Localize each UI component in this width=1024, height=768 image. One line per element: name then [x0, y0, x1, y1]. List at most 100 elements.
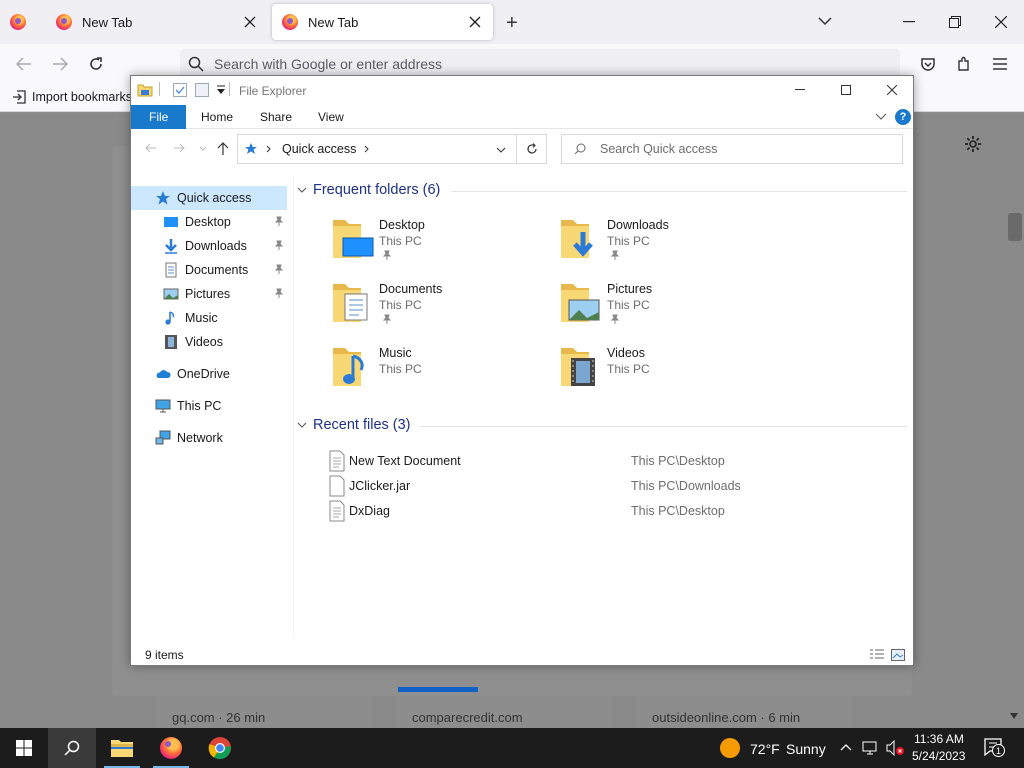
forward-icon[interactable]: [173, 143, 185, 153]
reload-icon[interactable]: [80, 48, 112, 80]
status-bar: 9 items: [131, 644, 913, 666]
nav-item-downloads[interactable]: Downloads: [131, 234, 287, 258]
minimize-icon[interactable]: [777, 76, 823, 104]
tab-view[interactable]: View: [304, 105, 358, 129]
firefox-menu-icon[interactable]: [10, 14, 26, 30]
nav-item-videos[interactable]: Videos: [131, 330, 287, 354]
documents-folder-icon: [333, 284, 368, 322]
taskbar: 72°F Sunny 11:36 AM 5/24/2023 1: [0, 728, 1024, 768]
file-name: New Text Document: [349, 453, 461, 468]
close-window-icon[interactable]: [978, 0, 1024, 44]
shortcut-tile[interactable]: gq.com · 26 min: [156, 696, 372, 728]
volume-muted-icon[interactable]: [886, 740, 904, 756]
recent-file-row[interactable]: New Text Document This PC\Desktop: [329, 448, 889, 473]
folder-tile-documents[interactable]: Documents This PC: [331, 278, 551, 338]
chevron-down-icon[interactable]: [496, 147, 506, 153]
notifications-icon[interactable]: 1: [984, 738, 1005, 757]
list-tabs-icon[interactable]: [818, 16, 832, 26]
recent-files-header[interactable]: Recent files (3): [297, 417, 411, 433]
folder-tile-downloads[interactable]: Downloads This PC: [559, 214, 779, 274]
folder-tile-pictures[interactable]: Pictures This PC: [559, 278, 779, 338]
nav-item-network[interactable]: Network: [131, 426, 287, 450]
folder-tile-desktop[interactable]: Desktop This PC: [331, 214, 551, 274]
firefox-taskbar-button[interactable]: [147, 728, 195, 768]
cloud-icon: [156, 370, 171, 378]
nav-item-this-pc[interactable]: This PC: [131, 394, 287, 418]
clock-time[interactable]: 11:36 AM: [914, 732, 964, 746]
recent-file-row[interactable]: DxDiag This PC\Desktop: [329, 498, 889, 523]
refresh-icon: [526, 143, 537, 154]
expand-ribbon-icon[interactable]: [875, 113, 887, 121]
file-explorer-window: File Explorer File Home Share View ? Qui…: [130, 75, 914, 666]
details-view-icon[interactable]: [869, 649, 885, 661]
folder-tile-music[interactable]: Music This PC: [331, 342, 551, 402]
explorer-app-icon: [137, 82, 153, 98]
desktop-icon: [164, 217, 178, 227]
sun-icon[interactable]: [720, 738, 740, 758]
recent-locations-icon[interactable]: [199, 146, 207, 151]
tab-new-tab-1[interactable]: New Tab: [46, 4, 268, 40]
shortcut-tile[interactable]: outsideonline.com · 6 min: [636, 696, 852, 728]
downloads-folder-icon: [561, 220, 593, 258]
pocket-icon[interactable]: [912, 48, 944, 80]
address-bar[interactable]: Quick access: [237, 134, 517, 164]
nav-item-documents[interactable]: Documents: [131, 258, 287, 282]
refresh-button[interactable]: [517, 134, 547, 164]
maximize-icon[interactable]: [823, 76, 869, 104]
pin-icon: [274, 264, 283, 274]
text-file-icon: [329, 500, 345, 521]
pc-icon: [155, 399, 171, 413]
scrollbar-thumb[interactable]: [1008, 213, 1022, 241]
close-tab-icon[interactable]: [242, 14, 258, 30]
network-status-icon[interactable]: [862, 740, 880, 756]
tab-share[interactable]: Share: [246, 105, 306, 129]
new-folder-icon[interactable]: [195, 83, 209, 97]
firefox-icon: [160, 737, 182, 759]
folder-tile-videos[interactable]: Videos This PC: [559, 342, 779, 402]
start-button[interactable]: [0, 728, 48, 768]
large-icons-view-icon[interactable]: [891, 649, 905, 661]
properties-icon[interactable]: [173, 83, 187, 97]
extensions-icon[interactable]: [948, 48, 980, 80]
back-icon[interactable]: [8, 48, 40, 80]
nav-item-onedrive[interactable]: OneDrive: [131, 362, 287, 386]
app-menu-icon[interactable]: [984, 48, 1016, 80]
close-tab-icon[interactable]: [467, 14, 483, 30]
weather-condition[interactable]: Sunny: [786, 741, 826, 757]
scroll-down-icon[interactable]: [1010, 713, 1018, 719]
search-box[interactable]: Search Quick access: [561, 134, 903, 164]
nav-item-quick-access[interactable]: Quick access: [131, 186, 287, 210]
forward-icon[interactable]: [44, 48, 76, 80]
chevron-down-icon: [297, 422, 307, 428]
back-icon[interactable]: [145, 143, 157, 153]
gear-icon[interactable]: [964, 135, 982, 153]
chrome-taskbar-button[interactable]: [196, 728, 244, 768]
shortcut-tile[interactable]: comparecredit.com: [396, 696, 612, 728]
tab-new-tab-2[interactable]: New Tab: [272, 4, 493, 40]
nav-item-desktop[interactable]: Desktop: [131, 210, 287, 234]
recent-file-row[interactable]: JClicker.jar This PC\Downloads: [329, 473, 889, 498]
new-tab-button[interactable]: +: [506, 12, 518, 35]
minimize-icon[interactable]: [886, 0, 932, 44]
divider: [451, 191, 907, 192]
weather-temperature[interactable]: 72°F: [750, 741, 780, 757]
nav-item-music[interactable]: Music: [131, 306, 287, 330]
help-icon[interactable]: ?: [895, 109, 911, 125]
chevron-right-icon: [266, 145, 271, 153]
nav-item-pictures[interactable]: Pictures: [131, 282, 287, 306]
folder-name: Desktop: [379, 218, 425, 232]
file-explorer-taskbar-button[interactable]: [98, 728, 146, 768]
frequent-folders-header[interactable]: Frequent folders (6): [297, 182, 440, 198]
clock-date[interactable]: 5/24/2023: [912, 749, 965, 763]
nav-label: Desktop: [185, 215, 231, 229]
show-hidden-icons-icon[interactable]: [840, 743, 852, 751]
tab-file[interactable]: File: [131, 105, 187, 129]
import-bookmarks-button[interactable]: Import bookmarks: [12, 90, 132, 104]
tab-home[interactable]: Home: [187, 105, 247, 129]
close-window-icon[interactable]: [869, 76, 915, 104]
up-icon[interactable]: [217, 142, 229, 156]
search-button[interactable]: [48, 728, 96, 768]
customize-toolbar-icon[interactable]: [217, 85, 225, 95]
star-icon: [156, 191, 170, 205]
restore-icon[interactable]: [932, 0, 978, 44]
